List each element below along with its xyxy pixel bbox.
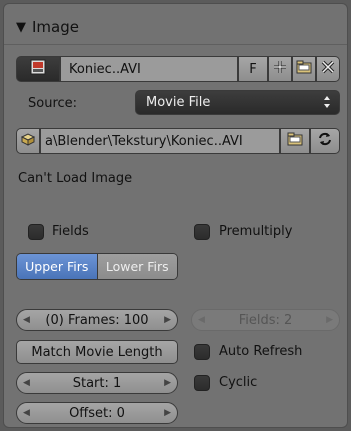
pack-button[interactable] [16, 128, 40, 154]
field-order-toggle: Upper Firs Lower Firs [16, 253, 178, 280]
panel-header[interactable]: ▼ Image [16, 12, 346, 42]
decrement-arrow-icon[interactable]: ◀ [23, 315, 30, 325]
offset-field[interactable]: ◀ Offset: 0 ▶ [16, 402, 178, 424]
premultiply-label: Premultiply [219, 224, 293, 239]
increment-arrow-icon[interactable]: ▶ [164, 408, 171, 418]
image-name-text: Koniec..AVI [69, 61, 141, 77]
filepath-field[interactable]: a\Blender\Tekstury\Koniec..AVI [40, 128, 280, 154]
filepath-browse-button[interactable] [280, 128, 310, 154]
panel-title: Image [32, 18, 79, 36]
decrement-arrow-icon[interactable]: ◀ [198, 315, 205, 325]
upper-first-option[interactable]: Upper Firs [17, 254, 97, 279]
offset-label: Offset: 0 [69, 405, 125, 421]
reload-button[interactable] [310, 128, 340, 154]
image-icon [30, 59, 46, 79]
plus-icon [273, 60, 287, 78]
start-field[interactable]: ◀ Start: 1 ▶ [16, 372, 178, 394]
source-value: Movie File [146, 95, 211, 110]
increment-arrow-icon[interactable]: ▶ [326, 315, 333, 325]
source-dropdown[interactable]: Movie File [135, 90, 340, 115]
unlink-image-button[interactable] [316, 56, 340, 82]
folder-icon [296, 60, 312, 78]
filepath-text: a\Blender\Tekstury\Koniec..AVI [45, 133, 243, 149]
decrement-arrow-icon[interactable]: ◀ [23, 378, 30, 388]
increment-arrow-icon[interactable]: ▶ [164, 378, 171, 388]
new-image-button[interactable] [268, 56, 292, 82]
updown-arrows-icon [323, 94, 331, 114]
cyclic-checkbox[interactable] [194, 375, 210, 391]
start-label: Start: 1 [72, 375, 122, 391]
package-icon [20, 132, 36, 150]
open-image-button[interactable] [292, 56, 316, 82]
fields-count-field[interactable]: ◀ Fields: 2 ▶ [191, 309, 340, 331]
image-panel: ▼ Image Koniec..AVI F Source: Movie File… [3, 3, 348, 428]
frames-field[interactable]: ◀ (0) Frames: 100 ▶ [16, 309, 178, 331]
header-divider [4, 44, 347, 45]
status-message: Can't Load Image [18, 171, 133, 186]
fake-user-button[interactable]: F [238, 56, 268, 82]
cyclic-label: Cyclic [219, 375, 258, 390]
fields-checkbox[interactable] [28, 224, 44, 240]
fields-label: Fields [52, 224, 89, 239]
x-icon [321, 60, 335, 78]
image-name-field[interactable]: Koniec..AVI [60, 56, 238, 82]
image-browse-button[interactable] [16, 56, 60, 82]
folder-icon [287, 132, 303, 150]
auto-refresh-checkbox[interactable] [194, 344, 210, 360]
lower-first-label: Lower Firs [105, 259, 169, 274]
collapse-triangle-icon[interactable]: ▼ [16, 20, 26, 35]
premultiply-checkbox[interactable] [194, 224, 210, 240]
match-movie-length-label: Match Movie Length [31, 344, 163, 360]
match-movie-length-button[interactable]: Match Movie Length [16, 340, 178, 364]
fields-count-label: Fields: 2 [238, 312, 293, 328]
source-label: Source: [28, 96, 78, 111]
upper-first-label: Upper Firs [25, 259, 89, 274]
auto-refresh-label: Auto Refresh [219, 344, 303, 359]
frames-label: (0) Frames: 100 [45, 312, 149, 328]
lower-first-option[interactable]: Lower Firs [96, 254, 177, 279]
fake-user-label: F [249, 61, 257, 77]
increment-arrow-icon[interactable]: ▶ [164, 315, 171, 325]
decrement-arrow-icon[interactable]: ◀ [23, 408, 30, 418]
reload-icon [317, 131, 333, 151]
